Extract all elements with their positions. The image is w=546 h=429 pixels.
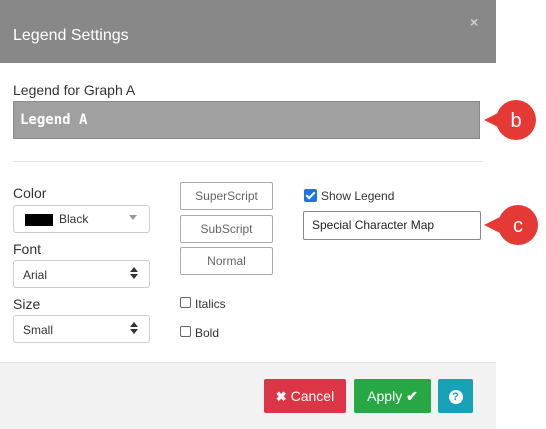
color-swatch <box>25 214 53 226</box>
font-select[interactable]: Arial <box>13 260 150 288</box>
divider <box>13 161 483 162</box>
italics-label: Italics <box>195 297 226 311</box>
callout-label-c: c <box>513 215 523 237</box>
superscript-button[interactable]: SuperScript <box>180 182 273 210</box>
help-button[interactable]: ? <box>438 379 473 413</box>
apply-label: Apply <box>367 388 403 404</box>
color-label: Color <box>13 185 47 201</box>
updown-icon <box>130 322 138 334</box>
chevron-down-icon <box>129 215 137 220</box>
close-icon[interactable]: × <box>470 14 478 30</box>
legend-label: Legend for Graph A <box>13 82 136 98</box>
size-select[interactable]: Small <box>13 315 150 343</box>
font-label: Font <box>13 241 42 257</box>
bold-checkbox[interactable] <box>180 326 191 337</box>
size-label: Size <box>13 296 41 312</box>
callout-badge-c: c <box>484 205 538 245</box>
subscript-button[interactable]: SubScript <box>180 215 273 243</box>
callout-badge-b: b <box>484 100 536 140</box>
bold-label: Bold <box>195 326 220 340</box>
size-value: Small <box>23 323 54 337</box>
special-character-map-input[interactable]: Special Character Map <box>303 211 481 240</box>
apply-button[interactable]: Apply ✔ <box>354 379 431 413</box>
dialog-footer: ✖ Cancel Apply ✔ ? <box>0 362 496 429</box>
color-value: Black <box>59 212 89 226</box>
show-legend-checkbox[interactable] <box>304 189 317 202</box>
color-select[interactable]: Black <box>13 205 150 233</box>
cancel-button[interactable]: ✖ Cancel <box>264 379 346 413</box>
question-circle-icon: ? <box>448 390 463 405</box>
italics-checkbox[interactable] <box>180 297 191 308</box>
check-icon: ✔ <box>406 388 418 404</box>
font-value: Arial <box>23 268 48 282</box>
show-legend-label: Show Legend <box>321 189 395 203</box>
dialog-header: Legend Settings × <box>0 0 496 63</box>
cancel-label: Cancel <box>290 388 335 404</box>
legend-settings-dialog: Legend Settings × Legend for Graph A Leg… <box>0 0 496 429</box>
legend-name-input[interactable]: Legend A <box>13 101 480 139</box>
dialog-title: Legend Settings <box>13 27 129 44</box>
normal-button[interactable]: Normal <box>180 247 273 275</box>
close-icon: ✖ <box>275 389 287 404</box>
updown-icon <box>130 267 138 279</box>
callout-label-b: b <box>510 110 521 132</box>
